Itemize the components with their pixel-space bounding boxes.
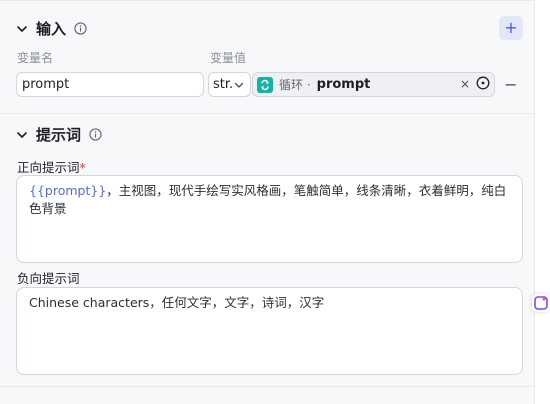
variable-name-column-label: 变量名 xyxy=(17,51,54,65)
remove-input-button[interactable]: − xyxy=(504,75,517,94)
variable-type-value: str. xyxy=(213,77,234,92)
loop-icon xyxy=(257,76,273,93)
prompt-variable-token: {{prompt}} xyxy=(29,183,107,198)
prompt-section-title: 提示词 xyxy=(36,126,82,144)
inputs-section-header[interactable]: 输入 xyxy=(16,18,87,39)
reference-value: prompt xyxy=(316,77,371,92)
prompt-section-header[interactable]: 提示词 xyxy=(16,124,102,145)
target-icon[interactable] xyxy=(476,76,490,90)
divider xyxy=(0,386,534,387)
plus-icon: + xyxy=(504,18,518,37)
info-icon[interactable] xyxy=(89,128,102,141)
variable-name-value: prompt xyxy=(22,77,70,92)
info-icon[interactable] xyxy=(74,22,87,35)
ai-assistant-button[interactable] xyxy=(532,294,550,312)
inputs-section-title: 输入 xyxy=(36,20,67,38)
chevron-down-icon[interactable] xyxy=(16,129,28,141)
chevron-down-icon xyxy=(234,82,244,88)
positive-prompt-label: 正向提示词* xyxy=(17,157,86,176)
node-config-panel: 输入 + 变量名 变量值 prompt str. 循环 · prompt × −… xyxy=(0,0,535,404)
divider xyxy=(0,113,534,114)
variable-reference-field[interactable]: 循环 · prompt × xyxy=(252,72,495,97)
sparkle-icon xyxy=(534,296,548,310)
required-mark: * xyxy=(79,160,86,175)
negative-prompt-label: 负向提示词 xyxy=(17,268,80,287)
chevron-down-icon[interactable] xyxy=(16,23,28,35)
positive-prompt-label-text: 正向提示词 xyxy=(17,160,80,175)
variable-type-select[interactable]: str. xyxy=(208,72,251,97)
negative-prompt-textarea[interactable]: Chinese characters，任何文字，文字，诗词，汉字 xyxy=(16,287,523,375)
divider xyxy=(0,0,534,1)
negative-prompt-label-text: 负向提示词 xyxy=(17,271,80,286)
positive-prompt-textarea[interactable]: {{prompt}}，主视图，现代手绘写实风格画，笔触简单，线条清晰，衣着鲜明，… xyxy=(16,175,523,263)
negative-prompt-text: Chinese characters，任何文字，文字，诗词，汉字 xyxy=(29,295,325,310)
clear-icon[interactable]: × xyxy=(460,77,470,91)
variable-name-input[interactable]: prompt xyxy=(16,72,204,97)
reference-source: 循环 · xyxy=(279,78,311,92)
add-input-button[interactable]: + xyxy=(499,16,523,40)
variable-value-column-label: 变量值 xyxy=(210,51,247,65)
